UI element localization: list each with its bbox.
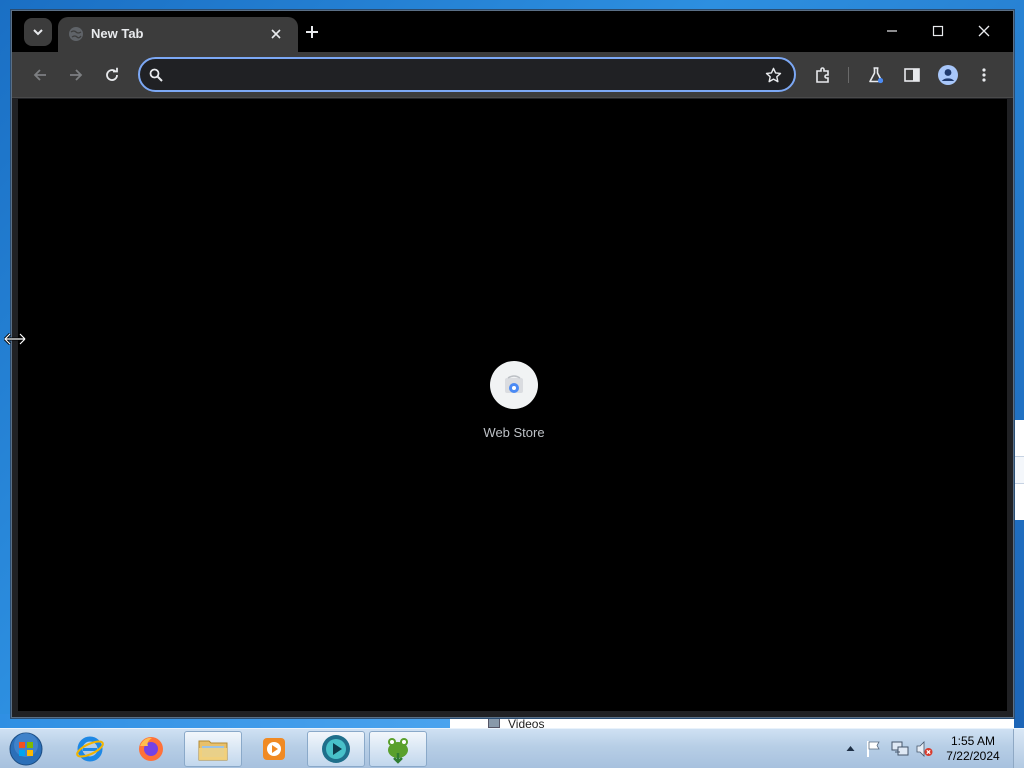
new-tab-button[interactable] [300, 20, 324, 44]
profile-button[interactable] [934, 61, 962, 89]
new-tab-page: Web Store [18, 99, 1007, 711]
system-tray [840, 729, 935, 768]
taskbar-firefox[interactable] [122, 731, 180, 767]
arrow-left-icon [33, 69, 46, 81]
volume-muted-icon[interactable] [915, 740, 933, 758]
reload-button[interactable] [98, 61, 126, 89]
frog-icon [388, 738, 408, 764]
explorer-item-videos[interactable]: Videos [488, 717, 544, 728]
maximize-icon [932, 25, 944, 37]
resize-cursor-icon [4, 332, 26, 346]
search-icon [149, 68, 163, 82]
labs-button[interactable] [862, 61, 890, 89]
tab-new-tab[interactable]: New Tab [58, 17, 298, 52]
show-desktop-button[interactable] [1013, 729, 1024, 768]
web-store-icon [505, 375, 523, 393]
flag-icon[interactable] [866, 740, 882, 758]
more-vertical-icon [982, 68, 986, 82]
bookmark-button[interactable] [763, 65, 783, 85]
media-app-icon [322, 735, 350, 763]
forward-button[interactable] [62, 61, 90, 89]
address-input[interactable] [172, 63, 752, 86]
clock[interactable]: 1:55 AM 7/22/2024 [938, 734, 1008, 764]
address-bar[interactable] [138, 57, 796, 92]
shortcut-icon-circle [490, 361, 538, 409]
start-button[interactable] [6, 731, 46, 767]
tab-strip: New Tab [12, 11, 1013, 52]
tab-title: New Tab [91, 26, 144, 41]
minimize-icon [887, 30, 897, 32]
taskbar-file-explorer[interactable] [184, 731, 242, 767]
shortcut-label: Web Store [483, 425, 545, 440]
chevron-up-icon[interactable] [846, 745, 855, 752]
chevron-down-icon [33, 29, 43, 36]
reload-icon [106, 67, 118, 81]
taskbar: 1:55 AM 7/22/2024 [0, 728, 1024, 768]
taskbar-active-app[interactable] [307, 731, 365, 767]
internet-explorer-icon [76, 736, 104, 762]
close-icon [271, 29, 281, 39]
side-panel-button[interactable] [898, 61, 926, 89]
explorer-item-label: Videos [508, 717, 545, 728]
folder-icon [198, 740, 228, 761]
close-window-button[interactable] [961, 17, 1007, 45]
star-icon [765, 67, 781, 82]
maximize-button[interactable] [915, 17, 961, 45]
extensions-button[interactable] [809, 61, 837, 89]
menu-button[interactable] [970, 61, 998, 89]
taskbar-media-player[interactable] [245, 731, 303, 767]
minimize-button[interactable] [869, 17, 915, 45]
close-icon [978, 25, 990, 37]
firefox-icon [139, 737, 163, 761]
chrome-window: New Tab Web Store [11, 10, 1014, 718]
plus-icon [306, 26, 318, 38]
back-button[interactable] [26, 61, 54, 89]
clock-time: 1:55 AM [950, 734, 996, 748]
tab-close-button[interactable] [266, 24, 286, 44]
taskbar-frogger[interactable] [369, 731, 427, 767]
side-panel-icon [904, 68, 920, 82]
clock-date: 7/22/2024 [946, 749, 1000, 763]
browser-toolbar [12, 52, 1013, 98]
tab-search-button[interactable] [24, 18, 52, 46]
puzzle-icon [816, 67, 829, 83]
arrow-right-icon [70, 69, 83, 81]
network-icon[interactable] [891, 740, 909, 758]
media-player-icon [263, 738, 285, 760]
avatar-icon [938, 65, 958, 85]
windows-logo-icon [9, 732, 43, 766]
shortcut-web-store[interactable]: Web Store [476, 361, 552, 451]
taskbar-internet-explorer[interactable] [61, 731, 119, 767]
globe-icon [69, 27, 83, 41]
flask-icon [869, 67, 884, 84]
toolbar-separator [848, 67, 849, 83]
